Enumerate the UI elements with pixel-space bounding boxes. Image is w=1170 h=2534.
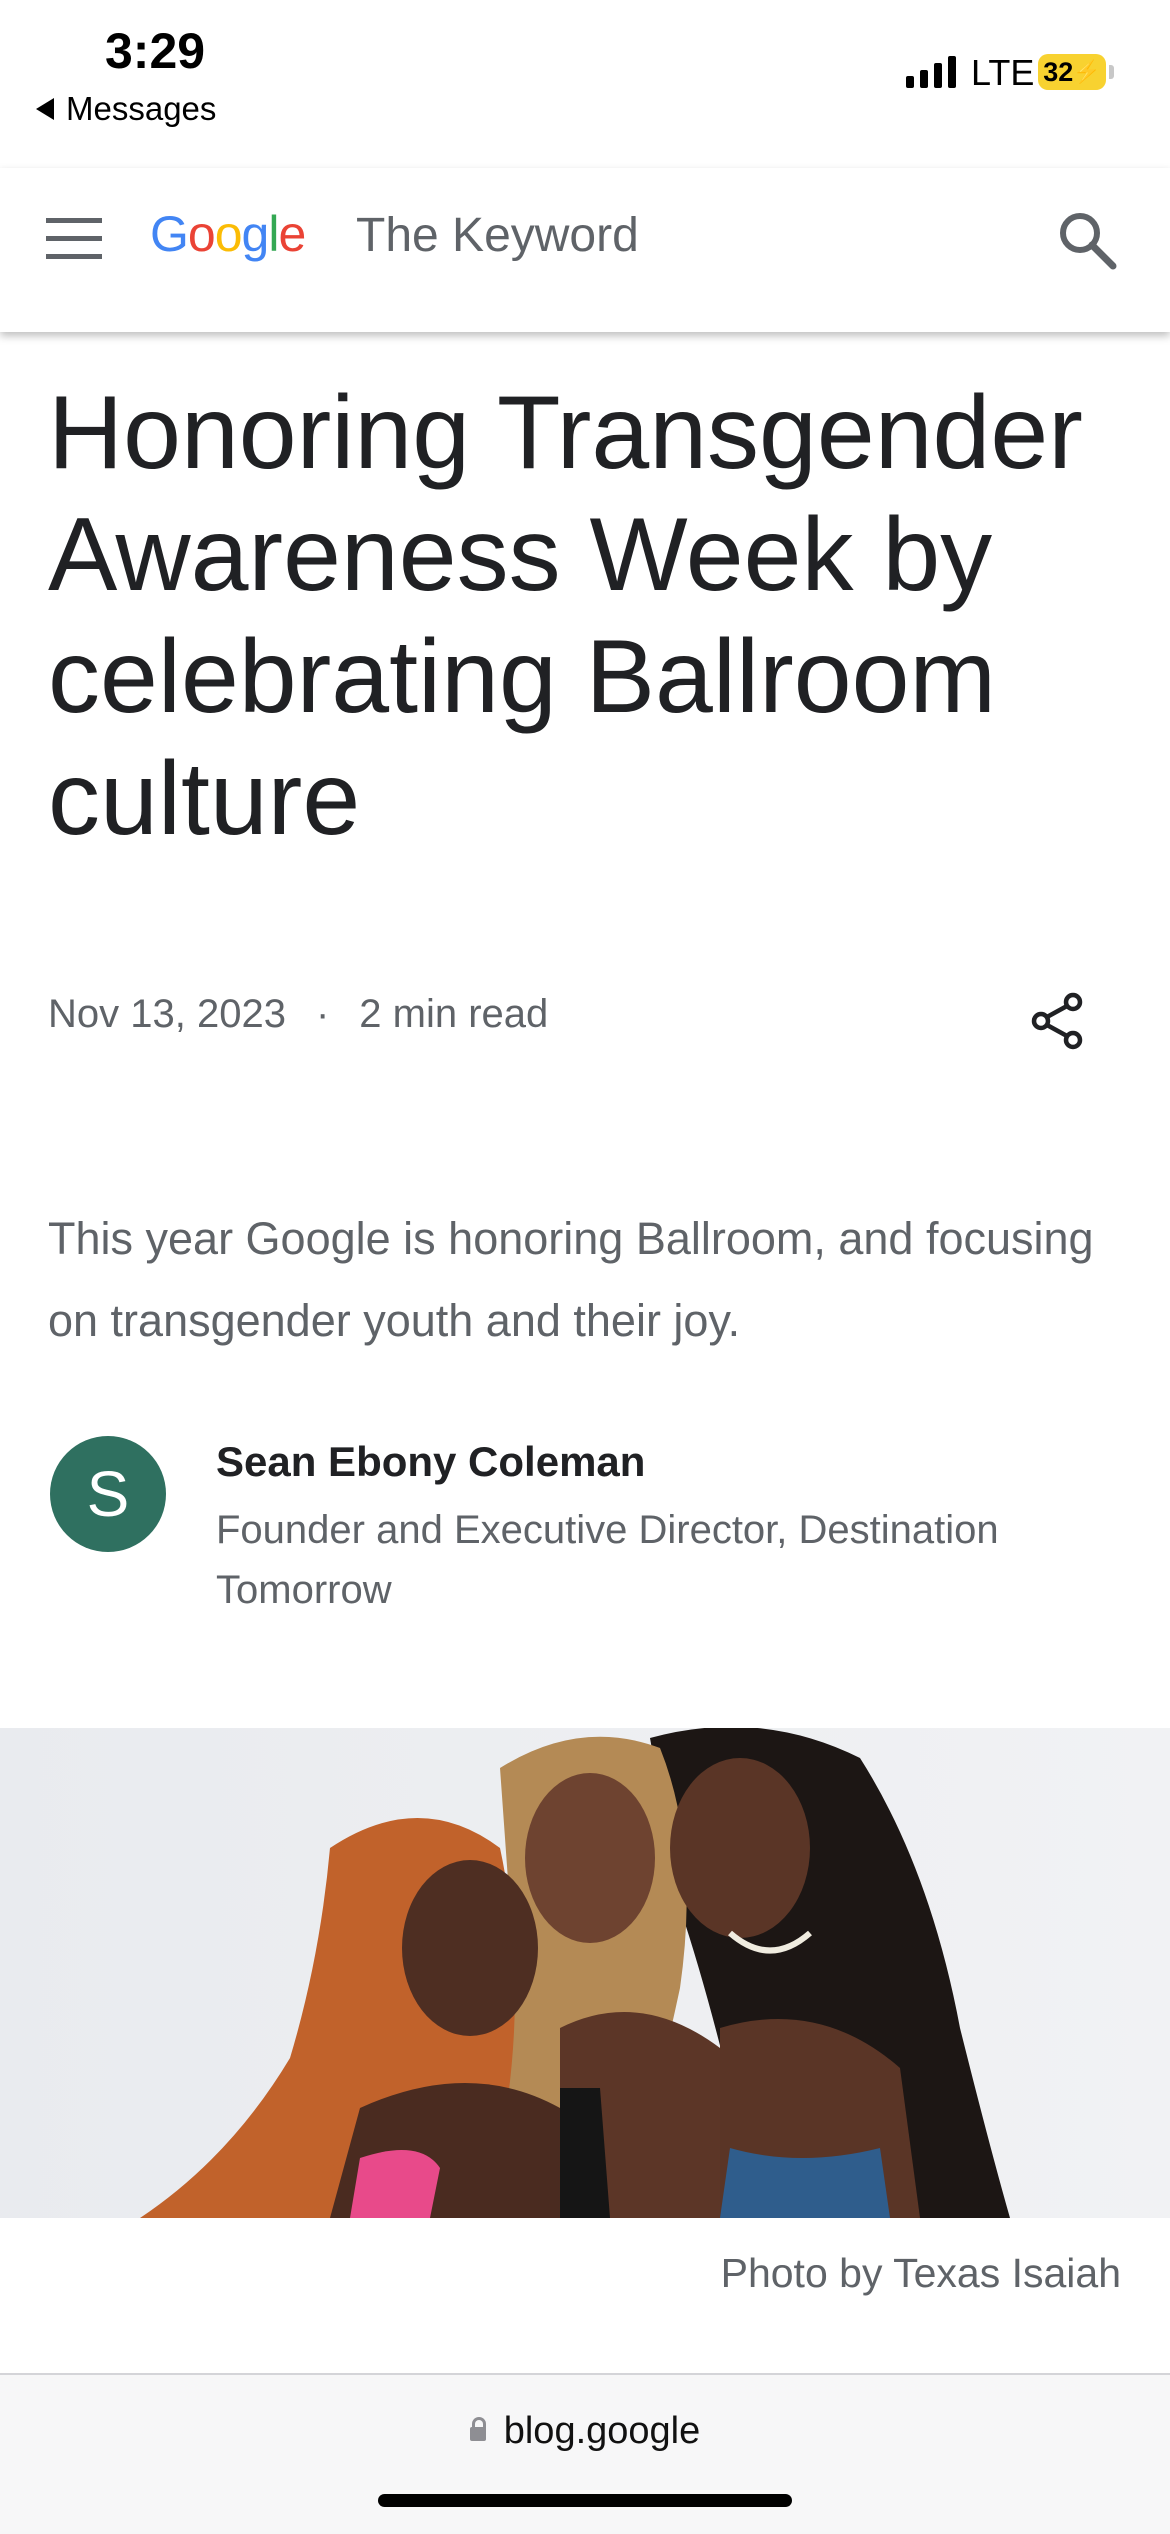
cellular-signal-icon	[906, 52, 956, 88]
hamburger-line	[46, 236, 102, 241]
article-title: Honoring Transgender Awareness Week by c…	[48, 375, 1083, 857]
article-subtitle: This year Google is honoring Ballroom, a…	[48, 1213, 1094, 1346]
url-text: blog.google	[503, 2410, 701, 2452]
battery-cap	[1109, 65, 1114, 79]
read-time: 2 min read	[359, 992, 549, 1036]
battery-level: 32	[1043, 56, 1074, 87]
logo-letter: g	[241, 206, 270, 262]
back-arrow-icon	[36, 98, 54, 120]
logo-letter: l	[268, 206, 279, 262]
photo-caption: Photo by Texas Isaiah	[720, 2250, 1121, 2296]
share-icon	[1031, 992, 1083, 1050]
back-app-label: Messages	[66, 90, 217, 127]
site-name[interactable]: The Keyword	[356, 208, 639, 263]
author-name: Sean Ebony Coleman	[216, 1438, 646, 1485]
home-indicator[interactable]	[378, 2494, 792, 2507]
hamburger-menu-icon	[46, 218, 102, 223]
menu-button[interactable]	[46, 218, 102, 262]
search-icon	[1060, 213, 1117, 270]
logo-letter: e	[278, 206, 306, 262]
battery-icon: 32 ⚡	[1038, 54, 1106, 90]
lock-icon	[469, 2417, 486, 2441]
logo-letter: o	[187, 206, 216, 262]
meta-separator: ·	[315, 992, 330, 1036]
logo-letter: G	[150, 206, 189, 262]
search-button[interactable]	[1055, 208, 1119, 272]
hamburger-line	[46, 254, 102, 259]
hero-photo-illustration	[140, 1728, 1010, 2218]
hero-photo	[0, 1728, 1170, 2218]
google-logo[interactable]: Google	[150, 205, 306, 263]
article-meta: Nov 13, 2023 · 2 min read	[48, 992, 548, 1037]
back-to-messages-button[interactable]: Messages	[36, 90, 216, 128]
address-bar[interactable]: blog.google	[0, 2410, 1170, 2453]
author-avatar: S	[50, 1436, 166, 1552]
author-title: Founder and Executive Director, Destinat…	[216, 1508, 999, 1612]
status-time: 3:29	[105, 23, 206, 79]
publish-date: Nov 13, 2023	[48, 992, 286, 1036]
network-type: LTE	[971, 52, 1035, 93]
share-button[interactable]	[1025, 988, 1091, 1054]
logo-letter: o	[214, 206, 243, 262]
browser-bottom-bar	[0, 2373, 1170, 2534]
